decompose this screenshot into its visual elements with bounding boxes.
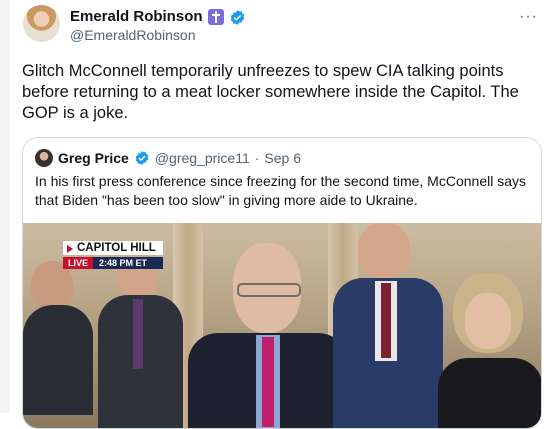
chyron-location: CAPITOL HILL xyxy=(63,241,163,255)
more-options-icon[interactable]: ··· xyxy=(519,8,538,26)
quoted-tweet[interactable]: Greg Price @greg_price11 · Sep 6 In his … xyxy=(22,137,542,429)
quoted-header: Greg Price @greg_price11 · Sep 6 xyxy=(35,149,301,167)
chyron-time: 2:48 PM ET xyxy=(99,258,148,268)
verified-badge-icon xyxy=(230,9,244,25)
quoted-author-name[interactable]: Greg Price xyxy=(58,150,129,166)
cross-icon xyxy=(207,9,224,25)
author-avatar[interactable] xyxy=(23,5,60,42)
news-chyron: CAPITOL HILL LIVE 2:48 PM ET xyxy=(63,238,163,269)
quoted-author-handle[interactable]: @greg_price11 xyxy=(155,150,250,166)
quoted-date[interactable]: Sep 6 xyxy=(264,150,301,166)
quoted-text: In his first press conference since free… xyxy=(35,173,526,208)
author-name-row: Emerald Robinson xyxy=(70,8,246,26)
author-name[interactable]: Emerald Robinson xyxy=(70,8,203,26)
tweet-text: Glitch McConnell temporarily unfreezes t… xyxy=(22,62,519,122)
chyron-live: LIVE xyxy=(63,257,94,269)
dot-separator: · xyxy=(254,150,260,166)
news-video-image[interactable]: CAPITOL HILL LIVE 2:48 PM ET xyxy=(23,223,541,428)
chyron-bar: LIVE 2:48 PM ET xyxy=(63,257,163,269)
left-rail xyxy=(0,0,10,413)
author-handle[interactable]: @EmeraldRobinson xyxy=(70,27,196,43)
verified-badge-icon xyxy=(135,151,149,165)
quoted-avatar[interactable] xyxy=(35,149,53,167)
